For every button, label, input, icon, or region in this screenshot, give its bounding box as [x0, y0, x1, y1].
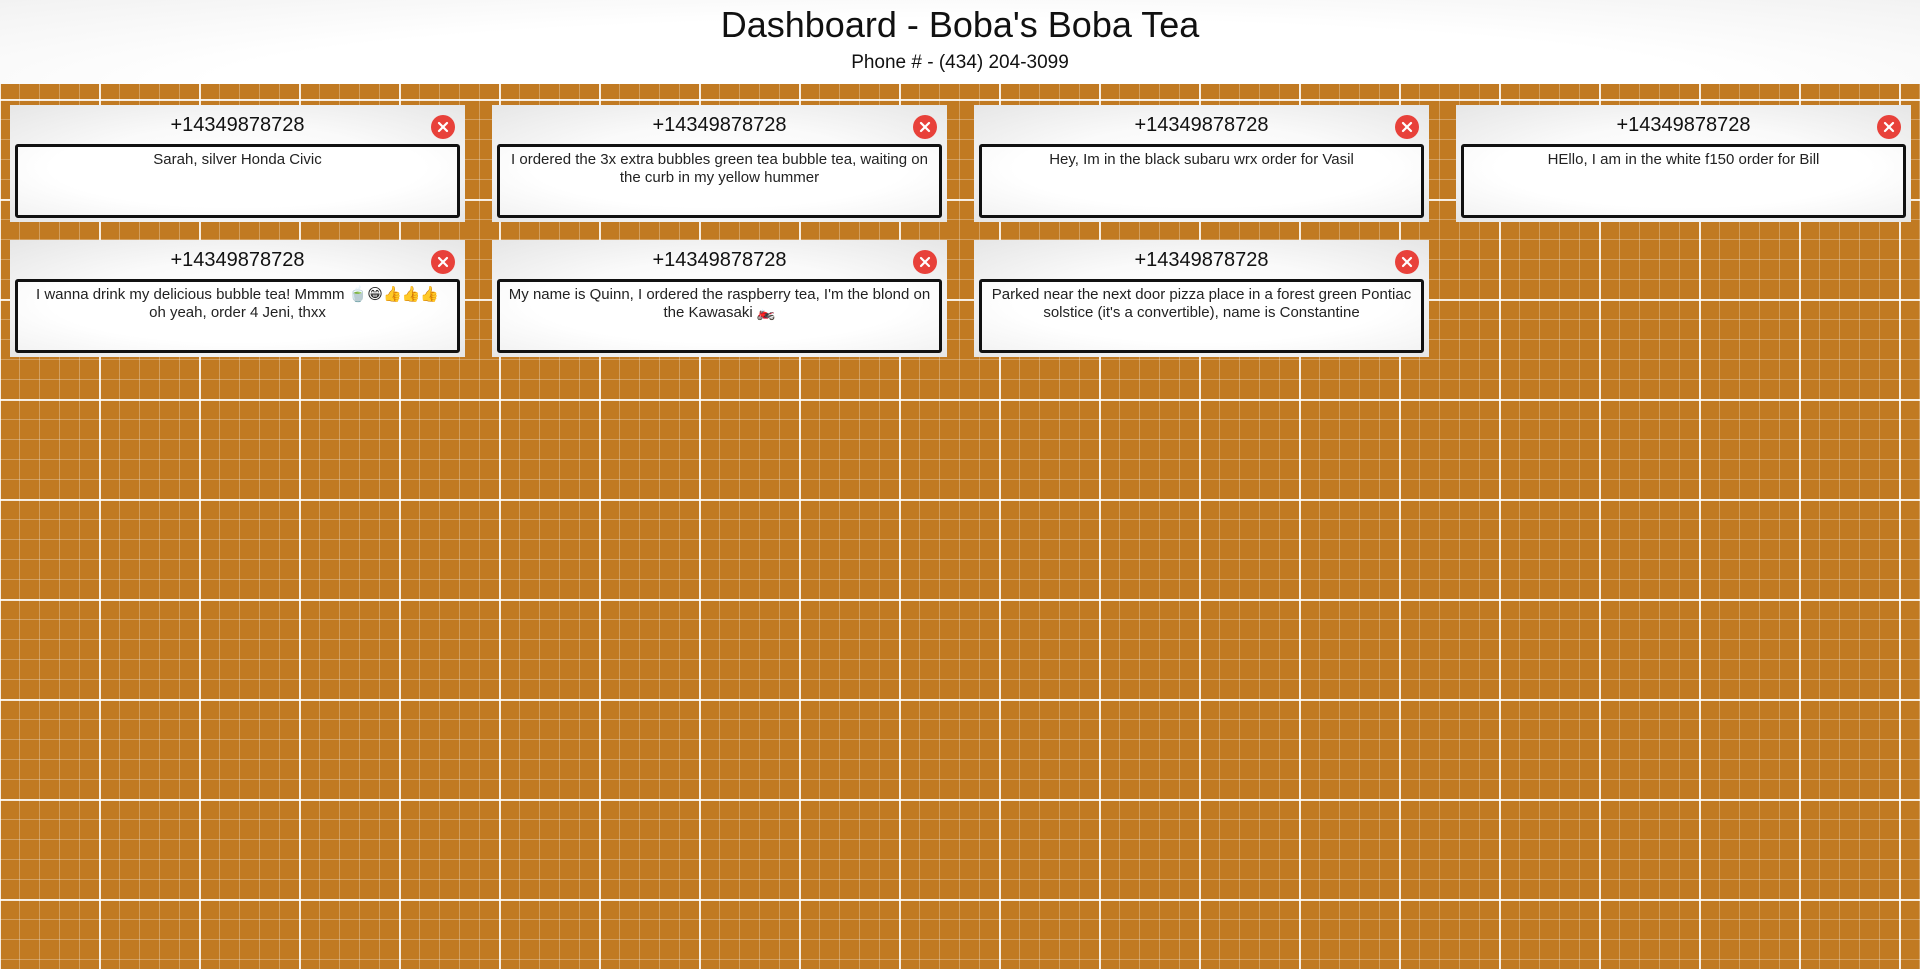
order-message: Parked near the next door pizza place in… [979, 279, 1424, 353]
customer-phone: +14349878728 [652, 249, 787, 271]
customer-phone: +14349878728 [170, 249, 305, 271]
close-icon [919, 121, 931, 133]
customer-phone: +14349878728 [1134, 249, 1269, 271]
order-cards: +14349878728 Sarah, silver Honda Civic +… [10, 105, 1911, 357]
close-icon [1883, 121, 1895, 133]
business-phone: Phone # - (434) 204-3099 [851, 52, 1069, 73]
dismiss-order-button[interactable] [913, 115, 937, 139]
order-card: +14349878728 HEllo, I am in the white f1… [1456, 105, 1911, 222]
close-icon [1401, 256, 1413, 268]
order-message: Hey, Im in the black subaru wrx order fo… [979, 144, 1424, 218]
close-icon [919, 256, 931, 268]
dismiss-order-button[interactable] [1395, 115, 1419, 139]
dismiss-order-button[interactable] [913, 250, 937, 274]
order-card: +14349878728 Hey, Im in the black subaru… [974, 105, 1429, 222]
close-icon [1401, 121, 1413, 133]
dismiss-order-button[interactable] [431, 250, 455, 274]
customer-phone: +14349878728 [1616, 114, 1751, 136]
order-message: My name is Quinn, I ordered the raspberr… [497, 279, 942, 353]
close-icon [437, 121, 449, 133]
order-card: +14349878728 I wanna drink my delicious … [10, 240, 465, 357]
close-icon [437, 256, 449, 268]
order-card: +14349878728 Parked near the next door p… [974, 240, 1429, 357]
order-message: HEllo, I am in the white f150 order for … [1461, 144, 1906, 218]
dismiss-order-button[interactable] [1877, 115, 1901, 139]
order-message: I ordered the 3x extra bubbles green tea… [497, 144, 942, 218]
order-message: I wanna drink my delicious bubble tea! M… [15, 279, 460, 353]
order-card: +14349878728 My name is Quinn, I ordered… [492, 240, 947, 357]
customer-phone: +14349878728 [652, 114, 787, 136]
page-title: Dashboard - Boba's Boba Tea [720, 4, 1200, 45]
page-header: Dashboard - Boba's Boba Tea Phone # - (4… [0, 0, 1920, 84]
customer-phone: +14349878728 [1134, 114, 1269, 136]
order-card: +14349878728 Sarah, silver Honda Civic [10, 105, 465, 222]
order-message: Sarah, silver Honda Civic [15, 144, 460, 218]
order-card: +14349878728 I ordered the 3x extra bubb… [492, 105, 947, 222]
customer-phone: +14349878728 [170, 114, 305, 136]
dismiss-order-button[interactable] [431, 115, 455, 139]
dismiss-order-button[interactable] [1395, 250, 1419, 274]
